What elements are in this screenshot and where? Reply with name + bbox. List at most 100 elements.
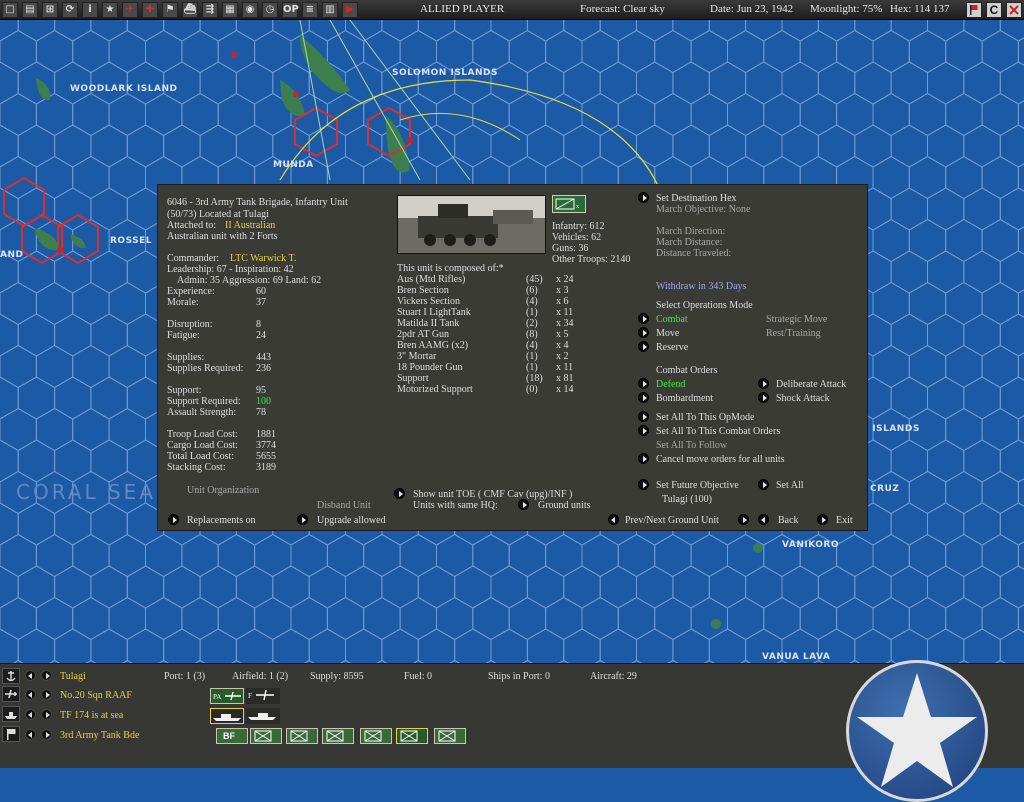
defend-order[interactable]: Defend [656, 379, 685, 390]
flag-icon[interactable] [966, 2, 982, 18]
plane-icon[interactable]: ✈ [122, 2, 138, 18]
base-name[interactable]: Tulagi [60, 671, 86, 682]
show-toe-button[interactable]: Show unit TOE ( CMF Cav (upg)/INF ) [413, 489, 572, 500]
globe-icon[interactable]: ◉ [242, 2, 258, 18]
ground-units-button[interactable]: Ground units [538, 500, 591, 511]
back-button[interactable]: Back [778, 515, 799, 526]
cancel-move-button[interactable]: Cancel move orders for all units [656, 454, 785, 465]
x-icon[interactable] [1006, 2, 1022, 18]
report-icon[interactable]: ▤ [22, 2, 38, 18]
unit-organization-button[interactable]: Unit Organization [187, 485, 259, 496]
bombardment-arrow-icon[interactable] [638, 392, 649, 403]
list-icon[interactable]: ≡ [302, 2, 318, 18]
next-squadron-icon[interactable] [41, 689, 52, 700]
reserve-mode-option[interactable]: Reserve [656, 342, 688, 353]
ground-flag-icon[interactable] [2, 726, 20, 742]
map-hex [745, 20, 783, 42]
prev-base-icon[interactable] [25, 670, 36, 681]
ship-icon[interactable] [2, 706, 20, 722]
move-mode-option[interactable]: Move [656, 328, 679, 339]
next-ground-icon[interactable] [41, 729, 52, 740]
shock-attack-arrow-icon[interactable] [758, 392, 769, 403]
anchor-icon[interactable] [2, 668, 20, 684]
set-all-opmode-button[interactable]: Set All To This OpMode [656, 412, 754, 423]
reserve-mode-arrow-icon[interactable] [638, 341, 649, 352]
upgrade-toggle[interactable]: Upgrade allowed [317, 515, 386, 526]
show-toe-arrow-icon[interactable] [394, 488, 405, 499]
air-unit-f-button[interactable]: F [246, 688, 280, 704]
ground-units-arrow-icon[interactable] [518, 499, 529, 510]
map-hex [636, 628, 674, 663]
ground-unit-button[interactable] [396, 728, 428, 744]
back-arrow-icon[interactable] [758, 514, 769, 525]
set-all-combat-button[interactable]: Set All To This Combat Orders [656, 426, 780, 437]
flag-icon[interactable]: ⚑ [162, 2, 178, 18]
set-destination-arrow-icon[interactable] [638, 192, 649, 203]
exit-button[interactable]: Exit [836, 515, 853, 526]
clock-icon[interactable]: ◷ [262, 2, 278, 18]
replacements-toggle[interactable]: Replacements on [187, 515, 256, 526]
map-hex [745, 61, 783, 105]
upgrade-arrow-icon[interactable] [297, 514, 308, 525]
set-all-button[interactable]: Set All [776, 480, 804, 491]
set-all-opmode-arrow-icon[interactable] [638, 411, 649, 422]
plane-icon[interactable] [2, 686, 20, 702]
set-all-combat-arrow-icon[interactable] [638, 425, 649, 436]
strategic-move-option[interactable]: Strategic Move [766, 314, 827, 325]
bf-unit-button[interactable]: BF [216, 728, 248, 744]
bombardment-order[interactable]: Bombardment [656, 393, 713, 404]
star-icon[interactable]: ★ [102, 2, 118, 18]
combat-mode-arrow-icon[interactable] [638, 313, 649, 324]
train-icon[interactable]: ⇶ [202, 2, 218, 18]
ground-unit-button[interactable] [250, 728, 282, 744]
tf-name[interactable]: TF 174 is at sea [60, 710, 123, 721]
set-future-arrow-icon[interactable] [638, 479, 649, 490]
next-base-icon[interactable] [41, 670, 52, 681]
replacements-arrow-icon[interactable] [168, 514, 179, 525]
prev-unit-icon[interactable] [608, 514, 619, 525]
air-unit-pa-button[interactable]: PA [210, 688, 244, 704]
op-icon[interactable]: OP [282, 2, 299, 18]
ship-button-2[interactable] [246, 708, 280, 724]
set-future-objective-button[interactable]: Set Future Objective [656, 480, 739, 491]
prev-next-label: Prev/Next Ground Unit [625, 515, 719, 526]
defend-arrow-icon[interactable] [638, 378, 649, 389]
move-mode-arrow-icon[interactable] [638, 327, 649, 338]
cycle-icon[interactable]: ⟳ [62, 2, 78, 18]
chart-icon[interactable]: ▥ [322, 2, 338, 18]
prev-tf-icon[interactable] [25, 709, 36, 720]
set-all-arrow-icon[interactable] [758, 479, 769, 490]
prev-ground-icon[interactable] [25, 729, 36, 740]
rest-training-option[interactable]: Rest/Training [766, 328, 821, 339]
set-destination-button[interactable]: Set Destination Hex [656, 193, 737, 204]
disband-unit-button[interactable]: Disband Unit [317, 500, 371, 511]
ground-unit-button[interactable] [434, 728, 466, 744]
end-turn-icon[interactable]: ▶ [342, 2, 358, 18]
set-all-follow-button[interactable]: Set All To Follow [656, 440, 727, 451]
ground-unit-button[interactable] [322, 728, 354, 744]
deliberate-attack-arrow-icon[interactable] [758, 378, 769, 389]
combat-mode-option[interactable]: Combat [656, 314, 688, 325]
exit-arrow-icon[interactable] [817, 514, 828, 525]
screen-icon[interactable]: □ [2, 2, 18, 18]
ground-unit-name[interactable]: 3rd Army Tank Bde [60, 730, 139, 741]
shock-attack-order[interactable]: Shock Attack [776, 393, 830, 404]
ground-unit-button[interactable] [360, 728, 392, 744]
next-unit-icon[interactable] [738, 514, 749, 525]
map-icon[interactable]: ▦ [222, 2, 238, 18]
sub-icon[interactable]: ⊞ [42, 2, 58, 18]
squadron-name[interactable]: No.20 Sqn RAAF [60, 690, 132, 701]
c-icon[interactable]: C [986, 2, 1002, 18]
next-tf-icon[interactable] [41, 709, 52, 720]
medic-icon[interactable]: ✚ [142, 2, 158, 18]
attached-value[interactable]: II Australian [225, 220, 275, 231]
cancel-move-arrow-icon[interactable] [638, 453, 649, 464]
map-hex [417, 565, 456, 609]
info-icon[interactable]: i [82, 2, 98, 18]
ship-button-1[interactable] [210, 708, 244, 724]
ground-unit-button[interactable] [286, 728, 318, 744]
commander-value[interactable]: LTC Warwick T. [230, 253, 296, 264]
ship-icon[interactable]: ⛴ [182, 2, 198, 18]
deliberate-attack-order[interactable]: Deliberate Attack [776, 379, 846, 390]
prev-squadron-icon[interactable] [25, 689, 36, 700]
